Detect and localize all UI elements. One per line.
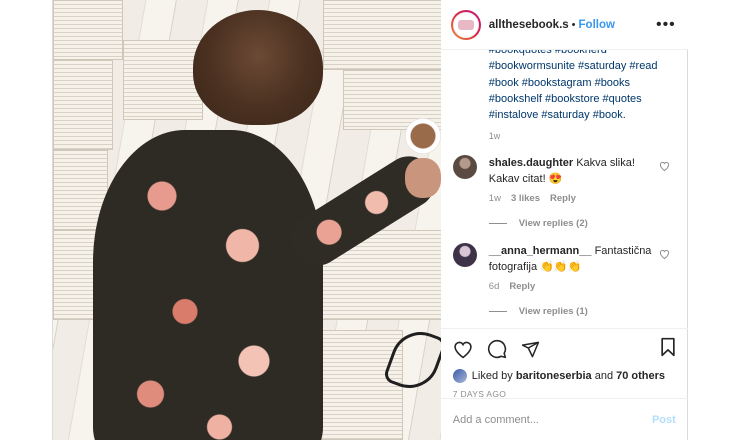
- more-options-icon[interactable]: •••: [656, 16, 676, 34]
- comments-section[interactable]: #bookquotes #booknerd #bookwormsunite #s…: [441, 50, 688, 330]
- comment-like-icon[interactable]: [659, 161, 670, 174]
- floral-dress: [93, 130, 323, 440]
- book-page: [53, 0, 123, 60]
- liker-avatar[interactable]: [452, 369, 467, 383]
- instagram-post: allthesebook.s • Follow ••• #bookquotes …: [52, 0, 688, 440]
- book-page: [53, 60, 113, 150]
- separator-dot: •: [571, 18, 576, 31]
- comment-input[interactable]: [452, 413, 652, 426]
- account-username[interactable]: allthesebook.s: [489, 19, 569, 31]
- liked-by-prefix: Liked by: [471, 370, 513, 382]
- reply-button[interactable]: Reply: [550, 193, 576, 204]
- comment-icon[interactable]: [487, 339, 507, 359]
- comment-time[interactable]: 6d: [489, 281, 500, 292]
- share-icon[interactable]: [521, 340, 540, 359]
- view-replies-label: View replies (2): [518, 218, 588, 230]
- bookmark-icon[interactable]: [660, 337, 676, 357]
- post-header: allthesebook.s • Follow •••: [440, 0, 688, 50]
- replies-divider: [488, 223, 507, 225]
- reply-button[interactable]: Reply: [509, 281, 535, 292]
- liked-by-conj: and: [594, 370, 614, 382]
- commenter-avatar[interactable]: [452, 155, 477, 180]
- comment-item: __anna_hermann__ Fantastična fotografija…: [452, 243, 688, 318]
- hand: [405, 158, 441, 198]
- book-page: [123, 40, 203, 120]
- book-logo-icon: [457, 19, 474, 30]
- liker-username[interactable]: baritoneserbia: [516, 370, 592, 382]
- follow-button[interactable]: Follow: [579, 19, 615, 31]
- coffee-cup: [405, 118, 441, 154]
- commenter-avatar[interactable]: [452, 243, 477, 268]
- add-comment-bar: Post: [440, 398, 688, 440]
- view-replies-button[interactable]: View replies (1): [488, 306, 688, 318]
- action-bar: [453, 337, 688, 361]
- commenter-username[interactable]: shales.daughter: [489, 157, 573, 169]
- book-page: [323, 0, 441, 70]
- comment-text: shales.daughter Kakva slika! Kakav citat…: [489, 155, 657, 187]
- comment-time[interactable]: 1w: [489, 193, 501, 204]
- caption-time[interactable]: 1w: [489, 131, 688, 141]
- account-avatar[interactable]: [450, 9, 481, 40]
- comment-like-icon[interactable]: [659, 249, 670, 262]
- post-caption: #bookquotes #booknerd #bookwormsunite #s…: [488, 50, 658, 122]
- replies-divider: [488, 311, 507, 313]
- comment-meta: 6d Reply: [489, 281, 688, 292]
- post-actions: Liked by baritoneserbia and 70 others 7 …: [440, 328, 688, 399]
- post-photo[interactable]: [53, 0, 441, 440]
- likes-others[interactable]: 70 others: [616, 370, 665, 382]
- post-comment-button[interactable]: Post: [652, 414, 676, 426]
- comment-likes[interactable]: 3 likes: [511, 193, 540, 204]
- avatar-inner: [452, 11, 479, 38]
- comment-meta: 1w 3 likes Reply: [489, 193, 688, 204]
- post-sidebar: allthesebook.s • Follow ••• #bookquotes …: [440, 0, 688, 440]
- comment-item: shales.daughter Kakva slika! Kakav citat…: [452, 155, 688, 230]
- commenter-username[interactable]: __anna_hermann__: [489, 245, 592, 257]
- comment-text: __anna_hermann__ Fantastična fotografija…: [489, 243, 657, 275]
- view-replies-button[interactable]: View replies (2): [488, 218, 688, 230]
- hair: [193, 10, 323, 125]
- likes-summary: Liked by baritoneserbia and 70 others: [452, 369, 688, 383]
- view-replies-label: View replies (1): [518, 306, 588, 318]
- heart-icon[interactable]: [453, 340, 473, 359]
